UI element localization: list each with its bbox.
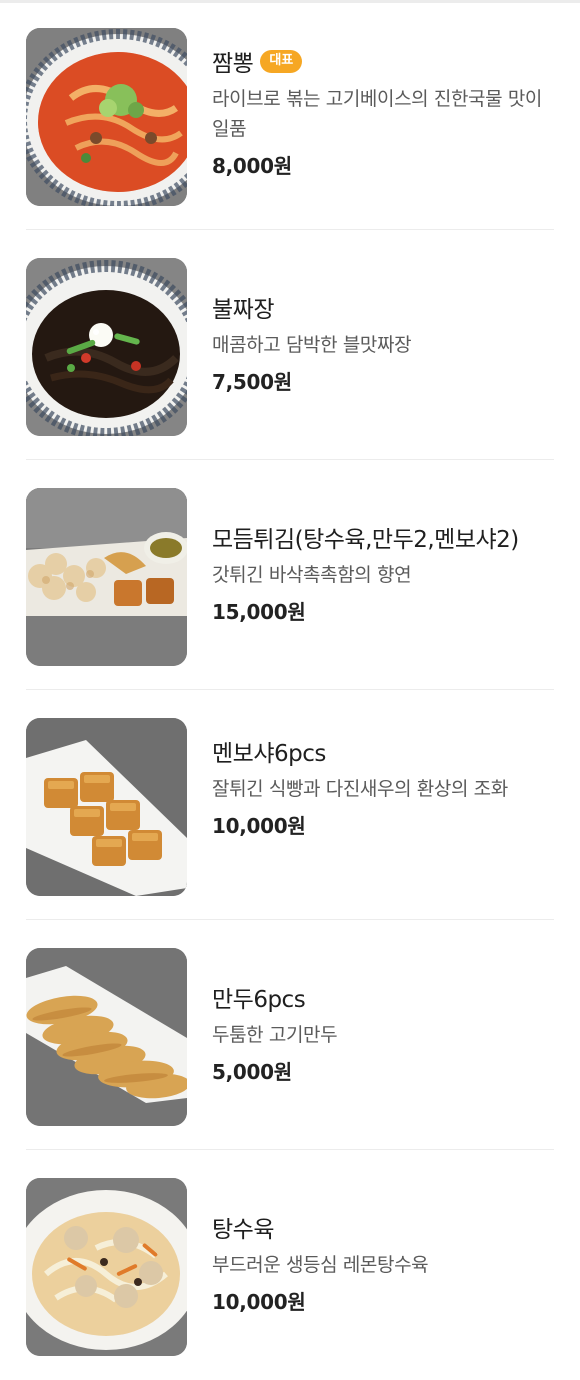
menu-item-menbosha[interactable]: 멘보샤6pcs 잘튀긴 식빵과 다진새우의 환상의 조화 10,000원 bbox=[0, 690, 580, 920]
menu-item-name: 불짜장 bbox=[212, 297, 274, 323]
menu-item-name: 탕수육 bbox=[212, 1217, 274, 1243]
menu-item-price: 5,000원 bbox=[212, 1060, 292, 1084]
jjamppong-photo bbox=[26, 28, 187, 206]
menu-item-price: 10,000원 bbox=[212, 814, 306, 838]
menu-item-info: 모듬튀김(탕수육,만두2,멘보샤2) 갓튀긴 바삭촉촉함의 향연 15,000원 bbox=[212, 520, 558, 625]
menu-item-buljjajang[interactable]: 불짜장 매콤하고 담박한 블맛짜장 7,500원 bbox=[0, 230, 580, 460]
menbosha-photo bbox=[26, 718, 187, 896]
menu-item-tangsuyuk[interactable]: 탕수육 부드러운 생등심 레몬탕수육 10,000원 bbox=[0, 1150, 580, 1380]
menu-item-description: 부드러운 생등심 레몬탕수육 bbox=[212, 1254, 429, 1276]
menu-item-info: 탕수육 부드러운 생등심 레몬탕수육 10,000원 bbox=[212, 1210, 558, 1315]
menu-item-price: 10,000원 bbox=[212, 1290, 306, 1314]
menu-item-price: 7,500원 bbox=[212, 370, 292, 394]
menu-item-assorted-fried[interactable]: 모듬튀김(탕수육,만두2,멘보샤2) 갓튀긴 바삭촉촉함의 향연 15,000원 bbox=[0, 460, 580, 690]
name-row: 모듬튀김(탕수육,만두2,멘보샤2) bbox=[212, 520, 558, 554]
menu-item-description: 잘튀긴 식빵과 다진새우의 환상의 조화 bbox=[212, 778, 508, 800]
buljjajang-photo bbox=[26, 258, 187, 436]
menu-item-price: 8,000원 bbox=[212, 154, 292, 178]
name-row: 멘보샤6pcs bbox=[212, 734, 558, 768]
menu-item-mandu[interactable]: 만두6pcs 두툼한 고기만두 5,000원 bbox=[0, 920, 580, 1150]
menu-item-description: 갓튀긴 바삭촉촉함의 향연 bbox=[212, 564, 412, 586]
menu-item-info: 멘보샤6pcs 잘튀긴 식빵과 다진새우의 환상의 조화 10,000원 bbox=[212, 734, 558, 839]
mandu-photo bbox=[26, 948, 187, 1126]
menu-item-price: 15,000원 bbox=[212, 600, 306, 624]
tangsuyuk-photo bbox=[26, 1178, 187, 1356]
name-row: 탕수육 bbox=[212, 1210, 558, 1244]
menu-item-info: 불짜장 매콤하고 담박한 블맛짜장 7,500원 bbox=[212, 290, 558, 395]
name-row: 짬뽕 대표 bbox=[212, 44, 558, 78]
menu-item-name: 만두6pcs bbox=[212, 987, 306, 1013]
menu-item-info: 만두6pcs 두툼한 고기만두 5,000원 bbox=[212, 980, 558, 1085]
assorted-fried-photo bbox=[26, 488, 187, 666]
menu-item-name: 짬뽕 bbox=[212, 51, 254, 77]
menu-item-description: 두툼한 고기만두 bbox=[212, 1024, 338, 1046]
menu-item-name: 모듬튀김(탕수육,만두2,멘보샤2) bbox=[212, 527, 519, 553]
menu-item-info: 짬뽕 대표 라이브로 볶는 고기베이스의 진한국물 맛이 일품 8,000원 bbox=[212, 44, 558, 179]
name-row: 불짜장 bbox=[212, 290, 558, 324]
menu-item-description: 라이브로 볶는 고기베이스의 진한국물 맛이 일품 bbox=[212, 88, 542, 140]
name-row: 만두6pcs bbox=[212, 980, 558, 1014]
menu-item-description: 매콤하고 담박한 블맛짜장 bbox=[212, 334, 412, 356]
signature-badge: 대표 bbox=[260, 49, 303, 73]
menu-item-jjamppong[interactable]: 짬뽕 대표 라이브로 볶는 고기베이스의 진한국물 맛이 일품 8,000원 bbox=[0, 0, 580, 230]
menu-item-name: 멘보샤6pcs bbox=[212, 741, 326, 767]
